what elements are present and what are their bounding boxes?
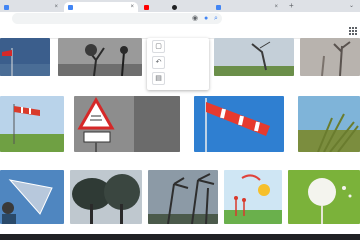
- new-tab-button[interactable]: +: [289, 2, 294, 10]
- tab-search-icon[interactable]: ⌄: [349, 2, 354, 10]
- dropdown-item-3[interactable]: ▤: [152, 72, 165, 85]
- image-result-turbine-illustration[interactable]: [224, 170, 282, 224]
- image-result-wind-sign[interactable]: [74, 96, 180, 152]
- image-result-grass-sea[interactable]: [298, 96, 360, 152]
- taskbar: [0, 234, 360, 240]
- image-result-windsock-1[interactable]: [0, 38, 50, 76]
- tab-5[interactable]: ×: [212, 2, 282, 12]
- image-result-mist-trees[interactable]: [300, 38, 360, 76]
- tab-bar: × × × + ⌄: [0, 0, 360, 12]
- dropdown-panel: ▢ ↶ ▤: [147, 38, 209, 90]
- image-result-leaning-tree[interactable]: [214, 38, 294, 76]
- image-result-palm-trees[interactable]: [148, 170, 218, 224]
- dropdown-item-2[interactable]: ↶: [152, 56, 165, 69]
- tab-1[interactable]: ×: [0, 2, 62, 12]
- dropdown-item-1[interactable]: ▢: [152, 40, 165, 53]
- youtube-icon: [144, 4, 149, 10]
- close-icon[interactable]: ×: [130, 3, 134, 11]
- google-icon: [68, 4, 73, 10]
- image-result-dandelion[interactable]: [288, 170, 360, 224]
- mic-icon[interactable]: ●: [204, 13, 208, 24]
- image-result-bw-trees[interactable]: [58, 38, 142, 76]
- camera-icon[interactable]: ◉: [192, 13, 198, 24]
- tab-4[interactable]: [168, 2, 208, 12]
- google-icon: [216, 4, 221, 10]
- image-result-storm-trees[interactable]: [70, 170, 142, 224]
- close-icon[interactable]: ×: [274, 3, 278, 11]
- image-result-windsock-field[interactable]: [0, 96, 64, 152]
- search-box[interactable]: ◉ ● ⌕: [12, 13, 222, 24]
- tab-2[interactable]: ×: [64, 2, 138, 12]
- close-icon[interactable]: ×: [54, 3, 58, 11]
- apps-grid-icon[interactable]: [349, 27, 357, 35]
- search-icon[interactable]: ⌕: [214, 13, 218, 24]
- image-result-red-windsock[interactable]: [194, 96, 284, 152]
- toolbar: ◉ ● ⌕: [0, 12, 360, 26]
- google-icon: [4, 4, 9, 10]
- image-result-umbrella[interactable]: [0, 170, 64, 224]
- dark-icon: [172, 4, 177, 10]
